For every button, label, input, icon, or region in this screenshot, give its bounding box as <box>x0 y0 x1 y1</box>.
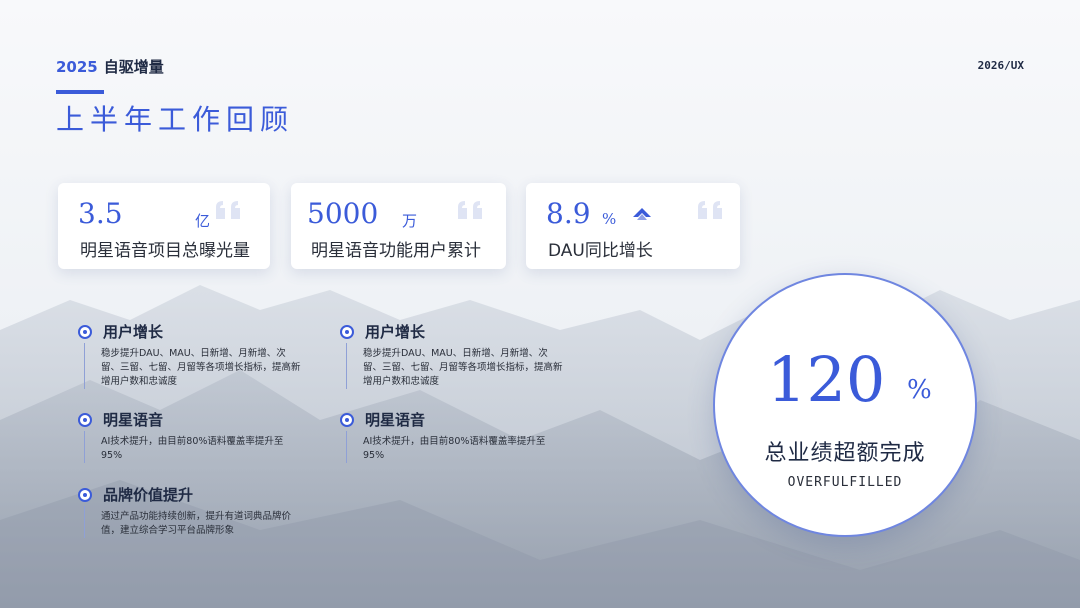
item-desc: AI技术提升，由目前80%语料覆盖率提升至95% <box>101 436 284 461</box>
year-number: 2025 <box>56 58 98 76</box>
item-desc: AI技术提升，由目前80%语料覆盖率提升至95% <box>363 436 546 461</box>
quote-icon <box>698 201 722 219</box>
divider <box>346 343 347 389</box>
stat-value: 8.9 <box>546 197 591 230</box>
highlight-circle: 120 % 总业绩超额完成 OVERFULFILLED <box>713 273 977 537</box>
item-desc: 通过产品功能持续创新，提升有道词典品牌价值，建立综合学习平台品牌形象 <box>101 511 292 536</box>
stat-value: 5000 <box>307 197 379 230</box>
item-title: 用户增长 <box>365 323 426 341</box>
highlight-unit: % <box>907 375 932 405</box>
title-accent-bar <box>56 90 104 94</box>
item-title: 用户增长 <box>103 323 164 341</box>
stat-label: 明星语音功能用户累计 <box>311 241 481 261</box>
item-title: 明星语音 <box>365 411 426 429</box>
year-label: 2025 自驱增量 <box>56 56 164 77</box>
page-title: 上半年工作回顾 <box>56 103 295 136</box>
stat-label: DAU同比增长 <box>548 241 653 261</box>
divider <box>84 343 85 389</box>
stat-unit: 万 <box>402 212 418 230</box>
item-desc: 稳步提升DAU、MAU、日新增、月新增、次留、三留、七留、月留等各项增长指标，提… <box>363 348 563 387</box>
bullet-icon <box>78 488 92 502</box>
bullet-icon <box>78 413 92 427</box>
stat-label: 明星语音项目总曝光量 <box>80 241 250 261</box>
bullet-icon <box>340 413 354 427</box>
item-title: 明星语音 <box>103 411 164 429</box>
divider <box>84 506 85 538</box>
quote-icon <box>216 201 240 219</box>
stat-card-exposure: 3.5 亿 明星语音项目总曝光量 <box>58 183 270 269</box>
highlight-value: 120 <box>767 343 886 416</box>
bullet-icon <box>340 325 354 339</box>
stat-card-users: 5000 万 明星语音功能用户累计 <box>291 183 506 269</box>
stat-unit: % <box>602 210 617 228</box>
highlight-caption: 总业绩超额完成 <box>764 441 926 466</box>
quote-icon <box>458 201 482 219</box>
divider <box>346 431 347 463</box>
item-desc: 稳步提升DAU、MAU、日新增、月新增、次留、三留、七留、月留等各项增长指标，提… <box>101 348 301 387</box>
corner-tag: 2026/UX <box>977 59 1024 72</box>
up-arrow-icon <box>633 208 651 220</box>
bullet-icon <box>78 325 92 339</box>
item-title: 品牌价值提升 <box>103 486 194 504</box>
stat-card-dau: 8.9 % DAU同比增长 <box>526 183 740 269</box>
year-subtitle: 自驱增量 <box>103 58 164 76</box>
stat-value: 3.5 <box>78 197 123 230</box>
stat-unit: 亿 <box>195 212 211 230</box>
divider <box>84 431 85 463</box>
highlight-subtitle: OVERFULFILLED <box>787 475 903 490</box>
